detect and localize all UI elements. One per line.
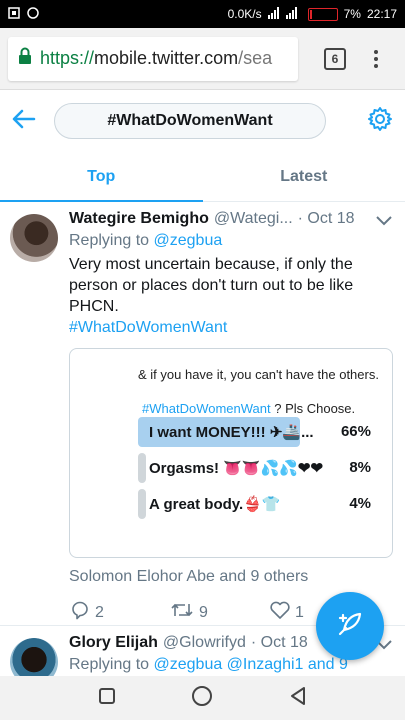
poll-option-label: Orgasms! 👅👅💦💦❤❤: [149, 460, 324, 477]
replying-to: Replying to @zegbua: [69, 232, 393, 250]
tweet-text: Very most uncertain because, if only the…: [69, 256, 354, 315]
poll-option-label: I want MONEY!!! ✈🚢...: [149, 424, 314, 441]
avatar[interactable]: [10, 638, 58, 676]
reply-icon: [69, 600, 91, 625]
poll-option-percent: 4%: [349, 495, 371, 512]
like-count: 1: [295, 603, 304, 621]
search-tabs: Top Latest: [0, 152, 405, 202]
compose-feather-icon: [336, 610, 364, 643]
image-hashtag: #WhatDoWomenWant: [142, 401, 271, 416]
address-bar[interactable]: https://mobile.twitter.com/sea: [8, 36, 298, 81]
image-caption-line2: #WhatDoWomenWant ? Pls Choose.: [142, 401, 355, 416]
tab-latest[interactable]: Latest: [203, 152, 405, 201]
poll-option: A great body.👙👕 4%: [138, 489, 383, 519]
url-host: mobile.twitter.com: [94, 48, 239, 68]
tweet[interactable]: Wategire Bemigho @Wategi... · Oct 18 Rep…: [0, 202, 405, 626]
net-speed: 0.0K/s: [227, 7, 262, 21]
replying-prefix: Replying to: [69, 656, 150, 673]
poll-option-percent: 66%: [340, 423, 371, 440]
tweet-date[interactable]: · Oct 18: [298, 210, 355, 228]
heart-icon: [269, 600, 291, 625]
author-name[interactable]: Glory Elijah: [69, 634, 158, 652]
tab-top[interactable]: Top: [0, 152, 203, 202]
author-name[interactable]: Wategire Bemigho: [69, 210, 209, 228]
poll-option-label: A great body.👙👕: [149, 496, 281, 513]
poll-bar: [138, 453, 146, 483]
tweet-date[interactable]: · Oct 18: [251, 634, 308, 652]
lock-icon: [18, 47, 32, 70]
author-handle[interactable]: @Wategi...: [214, 210, 293, 228]
author-handle[interactable]: @Glowrifyd: [163, 634, 246, 652]
image-caption-line1: & if you have it, you can't have the oth…: [138, 367, 379, 382]
back-icon[interactable]: [289, 686, 307, 711]
search-input[interactable]: #WhatDoWomenWant: [54, 103, 326, 139]
poll-option: Orgasms! 👅👅💦💦❤❤ 8%: [138, 453, 383, 483]
recents-icon[interactable]: [98, 687, 116, 710]
battery-percent: 7%: [343, 7, 361, 21]
gear-icon[interactable]: [367, 106, 393, 137]
url-scheme: https://: [40, 48, 95, 68]
notification-icon: [8, 6, 20, 22]
hashtag-link[interactable]: #WhatDoWomenWant: [69, 317, 393, 338]
home-icon[interactable]: [191, 685, 213, 712]
sync-icon: [26, 6, 40, 22]
url-text: https://mobile.twitter.com/sea: [40, 48, 272, 69]
poll-option: I want MONEY!!! ✈🚢... 66%: [138, 417, 383, 447]
avatar[interactable]: [10, 214, 58, 262]
tab-switcher-button[interactable]: 6: [324, 47, 346, 70]
image-caption-rest: ? Pls Choose.: [270, 401, 356, 416]
compose-tweet-button[interactable]: [316, 592, 384, 660]
more-menu-icon[interactable]: [374, 49, 378, 68]
social-context[interactable]: Solomon Elohor Abe and 9 others: [69, 568, 393, 586]
replying-prefix: Replying to: [69, 232, 150, 249]
retweet-count: 9: [199, 603, 208, 621]
tweet-image[interactable]: & if you have it, you can't have the oth…: [69, 348, 393, 558]
status-bar: 0.0K/s 7% 22:17: [0, 0, 405, 28]
mention-link[interactable]: @zegbua @Inzaghi1 and 9: [154, 656, 348, 673]
signal-icon: [267, 6, 302, 22]
poll-option-percent: 8%: [349, 459, 371, 476]
reply-button[interactable]: 2: [69, 600, 169, 625]
system-nav-bar: [0, 676, 405, 720]
url-path: /sea: [238, 48, 273, 68]
retweet-icon: [169, 600, 195, 625]
browser-toolbar: https://mobile.twitter.com/sea 6: [0, 28, 405, 90]
back-arrow-icon[interactable]: [12, 109, 36, 134]
reply-count: 2: [95, 603, 104, 621]
mention-link[interactable]: @zegbua: [154, 232, 223, 249]
search-header: #WhatDoWomenWant: [0, 90, 405, 152]
clock: 22:17: [366, 7, 397, 21]
chevron-down-icon[interactable]: [375, 214, 393, 232]
battery-icon: [307, 7, 338, 21]
poll-bar: [138, 489, 146, 519]
retweet-button[interactable]: 9: [169, 600, 269, 625]
